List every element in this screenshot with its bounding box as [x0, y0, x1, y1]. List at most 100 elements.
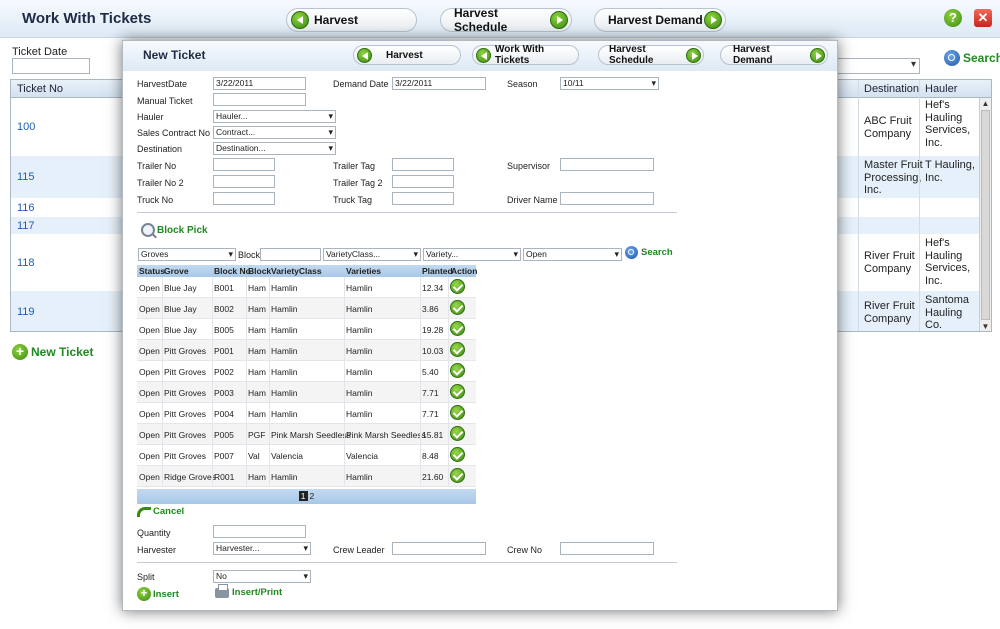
scroll-thumb[interactable]: [981, 110, 990, 320]
arrow-left-icon: [291, 11, 309, 29]
trailer-tag2-input[interactable]: [392, 175, 454, 188]
variety-class-select[interactable]: VarietyClass...: [323, 248, 421, 261]
crew-leader-label: Crew Leader: [333, 545, 385, 555]
dialog-nav-harvest-demand-button[interactable]: Harvest Demand: [720, 44, 828, 66]
grid-divider: [344, 277, 345, 487]
dialog-nav-work-with-tickets-button[interactable]: Work With Tickets: [472, 44, 579, 66]
new-ticket-dialog: New Ticket Harvest Work With Tickets Har…: [122, 40, 838, 611]
crew-no-input[interactable]: [560, 542, 654, 555]
hauler-select[interactable]: Hauler...: [213, 110, 336, 123]
page-link-2[interactable]: 2: [310, 491, 315, 501]
driver-name-label: Driver Name: [507, 195, 558, 205]
nav-harvest-button[interactable]: Harvest: [286, 8, 417, 32]
select-check-icon[interactable]: [450, 447, 465, 462]
column-divider: [919, 80, 920, 331]
select-check-icon[interactable]: [450, 426, 465, 441]
split-select[interactable]: No: [213, 570, 311, 583]
block-pick-button[interactable]: Block Pick: [141, 223, 208, 237]
grid-row[interactable]: Open Pitt Groves P001 Ham Hamlin Hamlin …: [137, 340, 476, 361]
insert-button[interactable]: + Insert: [137, 587, 179, 601]
demand-date-label: Demand Date: [333, 79, 389, 89]
block-filter-input[interactable]: [260, 248, 321, 261]
grid-row[interactable]: Open Pitt Groves P007 Val Valencia Valen…: [137, 445, 476, 466]
quantity-input[interactable]: [213, 525, 306, 538]
trailer-tag-input[interactable]: [392, 158, 454, 171]
supervisor-label: Supervisor: [507, 161, 551, 171]
col-hauler[interactable]: Hauler: [925, 83, 957, 95]
col-ticket-no[interactable]: Ticket No: [17, 83, 63, 95]
driver-name-input[interactable]: [560, 192, 654, 205]
scroll-down-icon[interactable]: ▼: [980, 321, 991, 331]
select-check-icon[interactable]: [450, 321, 465, 336]
manual-ticket-input[interactable]: [213, 93, 306, 106]
select-check-icon[interactable]: [450, 363, 465, 378]
grid-divider: [162, 277, 163, 487]
grid-row[interactable]: Open Pitt Groves P004 Ham Hamlin Hamlin …: [137, 403, 476, 424]
scroll-up-icon[interactable]: ▲: [980, 98, 991, 109]
split-label: Split: [137, 572, 155, 582]
sales-contract-label: Sales Contract No: [137, 128, 211, 138]
truck-tag-input[interactable]: [392, 192, 454, 205]
table-scrollbar[interactable]: ▲ ▼: [979, 98, 991, 331]
select-check-icon[interactable]: [450, 279, 465, 294]
close-icon[interactable]: ✕: [974, 9, 992, 27]
new-ticket-button[interactable]: + New Ticket: [12, 344, 93, 360]
filter-select[interactable]: [836, 58, 920, 74]
harvester-select[interactable]: Harvester...: [213, 542, 311, 555]
dialog-nav-harvest-button[interactable]: Harvest: [353, 45, 461, 65]
nav-harvest-schedule-button[interactable]: Harvest Schedule: [440, 6, 572, 34]
grid-pager: 12: [137, 489, 476, 504]
select-check-icon[interactable]: [450, 405, 465, 420]
grid-row[interactable]: Open Ridge Groves R001 Ham Hamlin Hamlin…: [137, 466, 476, 487]
grid-search-button[interactable]: Search: [625, 246, 673, 259]
magnifier-icon: [141, 223, 155, 237]
truck-no-input[interactable]: [213, 192, 275, 205]
sales-contract-select[interactable]: Contract...: [213, 126, 336, 139]
insert-print-button[interactable]: Insert/Print: [215, 583, 282, 598]
grid-row[interactable]: Open Pitt Groves P005 PGF Pink Marsh See…: [137, 424, 476, 445]
nav-harvest-demand-button[interactable]: Harvest Demand: [594, 8, 726, 32]
trailer-no2-input[interactable]: [213, 175, 275, 188]
variety-select[interactable]: Variety...: [423, 248, 521, 261]
manual-ticket-label: Manual Ticket: [137, 96, 193, 106]
trailer-no2-label: Trailer No 2: [137, 178, 184, 188]
select-check-icon[interactable]: [450, 384, 465, 399]
grid-divider: [212, 277, 213, 487]
cancel-button[interactable]: Cancel: [137, 506, 184, 517]
trailer-tag2-label: Trailer Tag 2: [333, 178, 383, 188]
grid-row[interactable]: Open Blue Jay B005 Ham Hamlin Hamlin 19.…: [137, 319, 476, 340]
truck-tag-label: Truck Tag: [333, 195, 373, 205]
plus-icon: +: [12, 344, 28, 360]
harvester-label: Harvester: [137, 545, 177, 555]
select-check-icon[interactable]: [450, 468, 465, 483]
grid-row[interactable]: Open Pitt Groves P002 Ham Hamlin Hamlin …: [137, 361, 476, 382]
arrow-left-icon: [476, 47, 491, 63]
dialog-title: New Ticket: [143, 48, 206, 62]
season-select[interactable]: 10/11: [560, 77, 659, 90]
status-filter-select[interactable]: Open: [523, 248, 622, 261]
supervisor-input[interactable]: [560, 158, 654, 171]
harvest-date-input[interactable]: 3/22/2011: [213, 77, 306, 90]
grid-header: Status Grove Block No Block VarietyClass…: [137, 265, 478, 277]
destination-select[interactable]: Destination...: [213, 142, 336, 155]
arrow-right-icon: [810, 47, 825, 63]
trailer-no-input[interactable]: [213, 158, 275, 171]
grid-row[interactable]: Open Blue Jay B001 Ham Hamlin Hamlin 12.…: [137, 277, 476, 298]
trailer-no-label: Trailer No: [137, 161, 177, 171]
help-icon[interactable]: ?: [944, 9, 962, 27]
search-icon: [944, 50, 960, 66]
select-check-icon[interactable]: [450, 342, 465, 357]
col-destination[interactable]: Destination: [864, 83, 919, 95]
demand-date-input[interactable]: 3/22/2011: [392, 77, 486, 90]
printer-icon: [215, 583, 229, 598]
dialog-nav-harvest-schedule-button[interactable]: Harvest Schedule: [598, 44, 704, 66]
season-label: Season: [507, 79, 538, 89]
search-button[interactable]: Search: [944, 50, 1000, 66]
ticket-date-input[interactable]: [12, 58, 90, 74]
select-check-icon[interactable]: [450, 300, 465, 315]
ticket-date-label: Ticket Date: [12, 46, 68, 58]
crew-leader-input[interactable]: [392, 542, 486, 555]
grid-row[interactable]: Open Pitt Groves P003 Ham Hamlin Hamlin …: [137, 382, 476, 403]
groves-select[interactable]: Groves: [138, 248, 236, 261]
grid-row[interactable]: Open Blue Jay B002 Ham Hamlin Hamlin 3.8…: [137, 298, 476, 319]
